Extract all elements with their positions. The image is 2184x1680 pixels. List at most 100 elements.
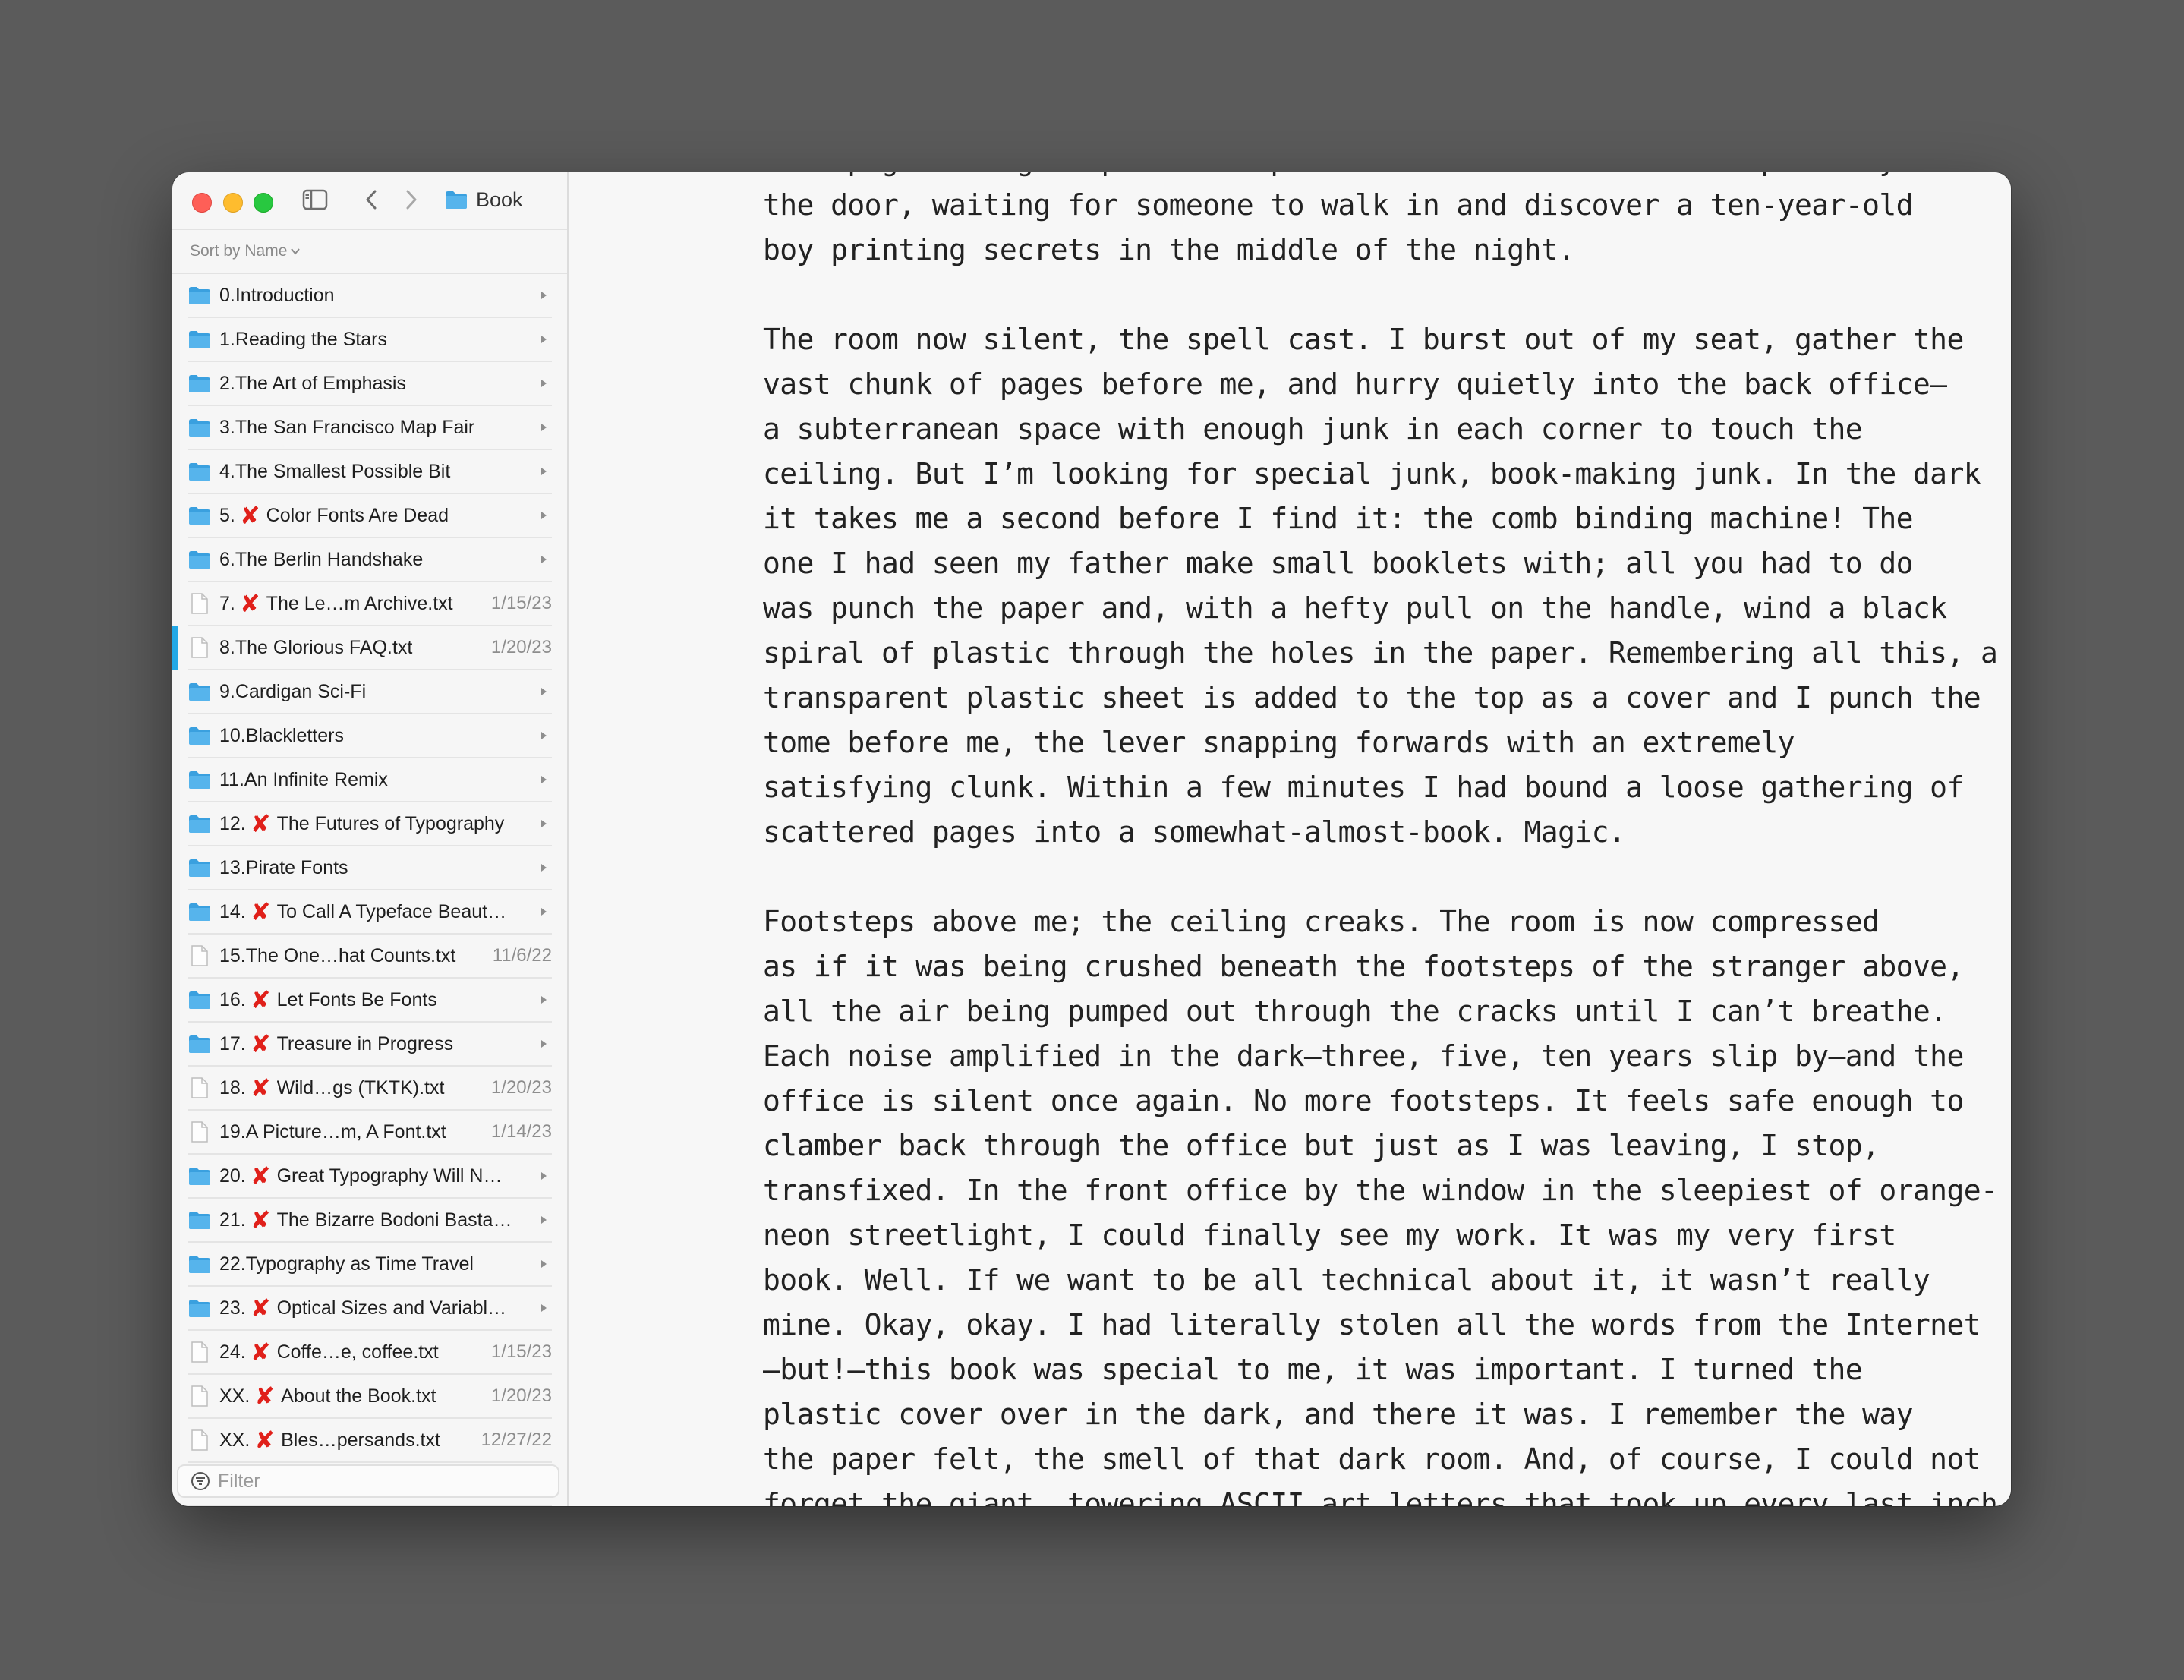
item-name: The Le…m Archive.txt bbox=[266, 592, 453, 614]
text-line: vast chunk of pages before me, and hurry… bbox=[763, 367, 1947, 401]
document-text[interactable]: each page taking shape in the printer. T… bbox=[763, 172, 1998, 1506]
disclosure-triangle-icon[interactable] bbox=[538, 1215, 549, 1225]
zoom-window-button[interactable] bbox=[254, 193, 273, 213]
item-name: Optical Sizes and Variabl… bbox=[276, 1297, 507, 1319]
disclosure-triangle-icon[interactable] bbox=[538, 774, 549, 785]
forward-chevron-icon[interactable] bbox=[400, 186, 423, 213]
folder-icon bbox=[188, 460, 212, 483]
close-window-button[interactable] bbox=[192, 193, 212, 213]
folder-row[interactable]: 9. Cardigan Sci-Fi bbox=[188, 670, 552, 714]
item-name: The Bizarre Bodoni Basta… bbox=[276, 1209, 512, 1231]
text-line: Footsteps above me; the ceiling creaks. … bbox=[763, 905, 1880, 938]
item-number: 11. bbox=[219, 768, 244, 790]
item-name: Color Fonts Are Dead bbox=[266, 504, 449, 526]
item-date: 1/20/23 bbox=[490, 1385, 552, 1406]
disclosure-triangle-icon[interactable] bbox=[538, 554, 549, 565]
cross-mark-icon: ✘ bbox=[250, 1029, 271, 1058]
folder-row[interactable]: 16. ✘ Let Fonts Be Fonts bbox=[188, 979, 552, 1023]
editor-pane[interactable]: each page taking shape in the printer. T… bbox=[569, 172, 2011, 1506]
folder-row[interactable]: 21. ✘ The Bizarre Bodoni Basta… bbox=[188, 1199, 552, 1243]
folder-row[interactable]: 6. The Berlin Handshake bbox=[188, 538, 552, 582]
item-name: Bles…persands.txt bbox=[281, 1429, 440, 1451]
item-date: 1/15/23 bbox=[490, 593, 552, 613]
item-name: The Art of Emphasis bbox=[235, 372, 406, 394]
file-row[interactable]: XX. ✘ About the Book.txt 1/20/23 bbox=[188, 1375, 552, 1419]
disclosure-triangle-icon[interactable] bbox=[538, 1303, 549, 1313]
file-row[interactable]: 19. A Picture…m, A Font.txt 1/14/23 bbox=[188, 1111, 552, 1155]
folder-row[interactable]: 13. Pirate Fonts bbox=[188, 846, 552, 890]
text-line: mine. Okay, okay. I had literally stolen… bbox=[763, 1308, 1981, 1341]
sort-dropdown[interactable]: Sort by Name bbox=[190, 242, 301, 260]
folder-row[interactable]: 14. ✘ To Call A Typeface Beaut… bbox=[188, 890, 552, 935]
disclosure-triangle-icon[interactable] bbox=[538, 686, 549, 697]
disclosure-triangle-icon[interactable] bbox=[538, 818, 549, 829]
text-line: forget the giant, towering ASCII art let… bbox=[763, 1487, 1998, 1506]
disclosure-triangle-icon[interactable] bbox=[538, 510, 549, 521]
folder-icon bbox=[188, 900, 212, 923]
folder-row[interactable]: 10. Blackletters bbox=[188, 714, 552, 758]
disclosure-triangle-icon[interactable] bbox=[538, 862, 549, 873]
text-line: tome before me, the lever snapping forwa… bbox=[763, 726, 1795, 759]
folder-row[interactable]: 3. The San Francisco Map Fair bbox=[188, 406, 552, 450]
text-line: transparent plastic sheet is added to th… bbox=[763, 681, 1981, 714]
folder-icon bbox=[188, 328, 212, 351]
breadcrumb[interactable]: Book bbox=[444, 185, 523, 214]
sidebar: Book Sort by Name 0. Introduction 1. Readin… bbox=[172, 172, 569, 1506]
item-number: 7. bbox=[219, 592, 235, 614]
cross-mark-icon: ✘ bbox=[254, 1426, 276, 1455]
disclosure-triangle-icon[interactable] bbox=[538, 422, 549, 433]
disclosure-triangle-icon[interactable] bbox=[538, 1259, 549, 1269]
folder-icon bbox=[188, 284, 212, 307]
filter-field[interactable]: Filter bbox=[177, 1464, 559, 1498]
filter-placeholder[interactable]: Filter bbox=[218, 1470, 260, 1492]
cross-mark-icon: ✘ bbox=[250, 1206, 271, 1234]
folder-row[interactable]: 5. ✘ Color Fonts Are Dead bbox=[188, 494, 552, 538]
disclosure-triangle-icon[interactable] bbox=[538, 378, 549, 389]
disclosure-triangle-icon[interactable] bbox=[538, 730, 549, 741]
back-chevron-icon[interactable] bbox=[360, 186, 383, 213]
item-number: 9. bbox=[219, 680, 235, 702]
text-line: each page taking shape in the printer. T… bbox=[763, 172, 1964, 183]
document-icon bbox=[188, 1385, 212, 1407]
folder-row[interactable]: 4. The Smallest Possible Bit bbox=[188, 450, 552, 494]
file-row[interactable]: 7. ✘ The Le…m Archive.txt 1/15/23 bbox=[188, 582, 552, 626]
file-row[interactable]: 15. The One…hat Counts.txt 11/6/22 bbox=[188, 935, 552, 979]
folder-row[interactable]: 23. ✘ Optical Sizes and Variabl… bbox=[188, 1287, 552, 1331]
folder-row[interactable]: 1. Reading the Stars bbox=[188, 318, 552, 362]
folder-row[interactable]: 2. The Art of Emphasis bbox=[188, 362, 552, 406]
folder-row[interactable]: 0. Introduction bbox=[188, 274, 552, 318]
folder-row[interactable]: 11. An Infinite Remix bbox=[188, 758, 552, 802]
item-number: 19. bbox=[219, 1121, 246, 1143]
text-line: satisfying clunk. Within a few minutes I… bbox=[763, 771, 1964, 804]
sidebar-toggle-icon[interactable] bbox=[301, 186, 329, 213]
file-row[interactable]: 18. ✘ Wild…gs (TKTK).txt 1/20/23 bbox=[188, 1067, 552, 1111]
disclosure-triangle-icon[interactable] bbox=[538, 334, 549, 345]
minimize-window-button[interactable] bbox=[223, 193, 243, 213]
text-line: was punch the paper and, with a hefty pu… bbox=[763, 591, 1947, 625]
disclosure-triangle-icon[interactable] bbox=[538, 1039, 549, 1049]
disclosure-triangle-icon[interactable] bbox=[538, 466, 549, 477]
folder-row[interactable]: 17. ✘ Treasure in Progress bbox=[188, 1023, 552, 1067]
disclosure-triangle-icon[interactable] bbox=[538, 290, 549, 301]
folder-row[interactable]: 20. ✘ Great Typography Will N… bbox=[188, 1155, 552, 1199]
file-row[interactable]: 8. The Glorious FAQ.txt 1/20/23 bbox=[172, 626, 552, 670]
file-row[interactable]: 24. ✘ Coffe…e, coffee.txt 1/15/23 bbox=[188, 1331, 552, 1375]
item-name: About the Book.txt bbox=[281, 1385, 436, 1407]
item-number: 17. bbox=[219, 1032, 246, 1054]
folder-icon bbox=[188, 988, 212, 1011]
disclosure-triangle-icon[interactable] bbox=[538, 1171, 549, 1181]
folder-icon bbox=[188, 1209, 212, 1231]
file-row[interactable]: XX. ✘ Bles…persands.txt 12/27/22 bbox=[188, 1419, 552, 1463]
folder-row[interactable]: 12. ✘ The Futures of Typography bbox=[188, 802, 552, 846]
item-name: Typography as Time Travel bbox=[245, 1253, 474, 1275]
disclosure-triangle-icon[interactable] bbox=[538, 906, 549, 917]
item-name: Coffe…e, coffee.txt bbox=[276, 1341, 439, 1363]
folder-row[interactable]: 22. Typography as Time Travel bbox=[188, 1243, 552, 1287]
sort-bar[interactable]: Sort by Name bbox=[172, 229, 567, 274]
document-icon bbox=[188, 592, 212, 615]
item-number: 21. bbox=[219, 1209, 246, 1231]
sort-label: Sort by Name bbox=[190, 242, 288, 260]
text-line: —but!—this book was special to me, it wa… bbox=[763, 1353, 1863, 1386]
item-number: 2. bbox=[219, 372, 235, 394]
disclosure-triangle-icon[interactable] bbox=[538, 994, 549, 1005]
